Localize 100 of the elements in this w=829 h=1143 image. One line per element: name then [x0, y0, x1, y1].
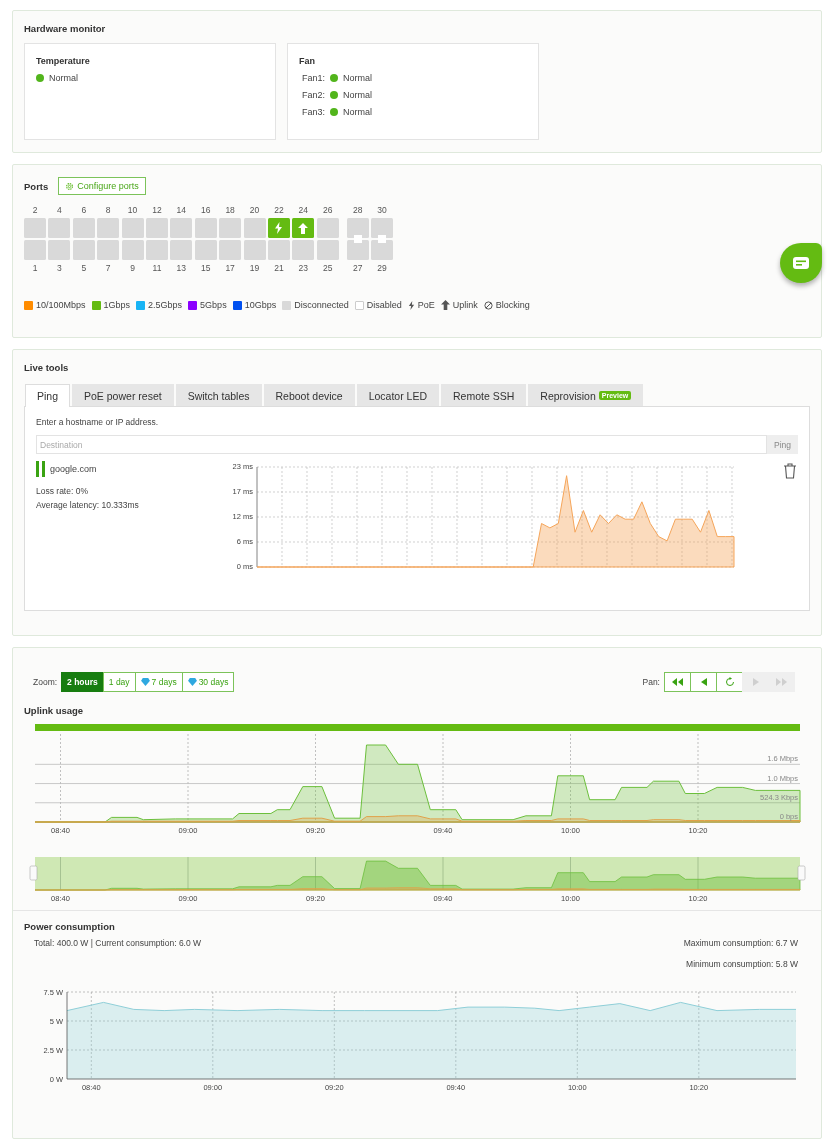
port-number: 3	[57, 262, 62, 274]
trash-icon[interactable]	[783, 463, 797, 479]
port[interactable]	[292, 240, 315, 260]
panel-title: Temperature	[36, 56, 91, 66]
zoom-button[interactable]: 7 days	[134, 672, 183, 692]
tab[interactable]: Remote SSH	[441, 384, 527, 406]
port[interactable]	[72, 240, 95, 260]
status-text: Normal	[343, 107, 372, 117]
zoom-label: Zoom:	[33, 677, 58, 687]
port-number: 19	[249, 262, 260, 274]
port[interactable]	[316, 218, 339, 238]
section-title: Uplink usage	[24, 705, 85, 716]
section-title: Live tools	[24, 362, 70, 373]
port-number: 9	[130, 262, 135, 274]
port[interactable]	[243, 240, 266, 260]
port[interactable]	[24, 240, 46, 260]
pause-icon[interactable]	[36, 461, 45, 477]
legend-label: 10/100Mbps	[36, 300, 86, 310]
legend-label: Disconnected	[294, 300, 349, 310]
fast-forward-icon	[776, 678, 787, 686]
pan-label: Pan:	[642, 677, 660, 687]
port[interactable]	[121, 218, 144, 238]
port[interactable]	[170, 218, 193, 238]
port[interactable]	[292, 218, 315, 238]
latency-text: Average latency: 10.333ms	[36, 500, 140, 510]
drag-handle[interactable]	[29, 865, 38, 881]
port[interactable]	[267, 240, 290, 260]
port-number: 30	[377, 204, 387, 216]
port-number: 13	[176, 262, 187, 274]
port-number: 29	[377, 262, 387, 274]
port[interactable]	[97, 218, 120, 238]
zoom-button[interactable]: 2 hours	[61, 672, 104, 692]
min-consumption-text: Minimum consumption: 5.8 W	[686, 959, 798, 969]
port-number: 10	[127, 204, 138, 216]
up-arrow-icon	[298, 222, 309, 234]
legend-label: Disabled	[366, 300, 402, 310]
tab[interactable]: PoE power reset	[72, 384, 174, 406]
port[interactable]	[316, 240, 339, 260]
port-number: 22	[274, 204, 284, 216]
port[interactable]	[346, 218, 369, 238]
up-arrow-icon	[440, 300, 450, 310]
section-title: Ports	[24, 180, 49, 192]
right-triangle-icon	[752, 678, 759, 686]
port[interactable]	[97, 240, 120, 260]
fan-label: Fan3:	[301, 107, 325, 117]
port[interactable]	[24, 218, 46, 238]
panel-title: Fan	[299, 56, 316, 66]
max-consumption-text: Maximum consumption: 6.7 W	[683, 938, 798, 948]
tab[interactable]: Locator LED	[356, 384, 440, 406]
lightning-icon	[274, 222, 284, 234]
tab[interactable]: Ping	[25, 384, 70, 407]
port[interactable]	[346, 240, 369, 260]
port[interactable]	[267, 218, 290, 238]
destination-field[interactable]: Destination	[36, 435, 767, 454]
port[interactable]	[243, 218, 266, 238]
port-number: 17	[225, 262, 235, 274]
range-navigator[interactable]	[34, 856, 801, 891]
blocked-icon	[483, 300, 493, 310]
legend-label: 10Gbps	[244, 300, 277, 310]
port[interactable]	[121, 240, 144, 260]
port-number: 26	[322, 204, 333, 216]
port[interactable]	[371, 218, 394, 238]
port-number: 15	[201, 262, 211, 274]
port-number: 14	[176, 204, 187, 216]
rewind-icon	[672, 678, 683, 686]
port[interactable]	[219, 240, 242, 260]
port-number: 11	[152, 262, 162, 274]
legend-label: Blocking	[495, 300, 530, 310]
section-title: Hardware monitor	[24, 23, 107, 34]
port-number: 1	[32, 262, 38, 274]
port[interactable]	[145, 218, 168, 238]
loss-rate-text: Loss rate: 0%	[36, 486, 89, 496]
tab[interactable]: Reboot device	[263, 384, 355, 406]
legend-label: PoE	[417, 300, 435, 310]
host-name: google.com	[50, 464, 97, 474]
power-summary: Total: 400.0 W | Current consumption: 6.0 W	[34, 938, 202, 950]
port[interactable]	[72, 218, 95, 238]
port[interactable]	[48, 218, 71, 238]
tab[interactable]: Switch tables	[175, 384, 262, 406]
chat-button[interactable]	[780, 243, 822, 283]
pan-button[interactable]	[664, 672, 691, 692]
pan-button[interactable]	[716, 672, 743, 692]
port[interactable]	[194, 240, 217, 260]
legend-label: 1Gbps	[103, 300, 131, 310]
port[interactable]	[48, 240, 71, 260]
port[interactable]	[194, 218, 217, 238]
port[interactable]	[219, 218, 242, 238]
section-title: Power consumption	[24, 921, 116, 932]
port-number: 25	[322, 262, 333, 274]
status-text: Normal	[343, 73, 372, 83]
port[interactable]	[371, 240, 394, 260]
drag-handle[interactable]	[797, 865, 806, 881]
lightning-icon	[407, 300, 415, 310]
refresh-icon	[724, 677, 735, 687]
port[interactable]	[170, 240, 193, 260]
zoom-button[interactable]: 30 days	[181, 672, 235, 692]
port-number: 4	[57, 204, 62, 216]
pan-button[interactable]	[690, 672, 717, 692]
port[interactable]	[145, 240, 168, 260]
zoom-button[interactable]: 1 day	[102, 672, 136, 692]
